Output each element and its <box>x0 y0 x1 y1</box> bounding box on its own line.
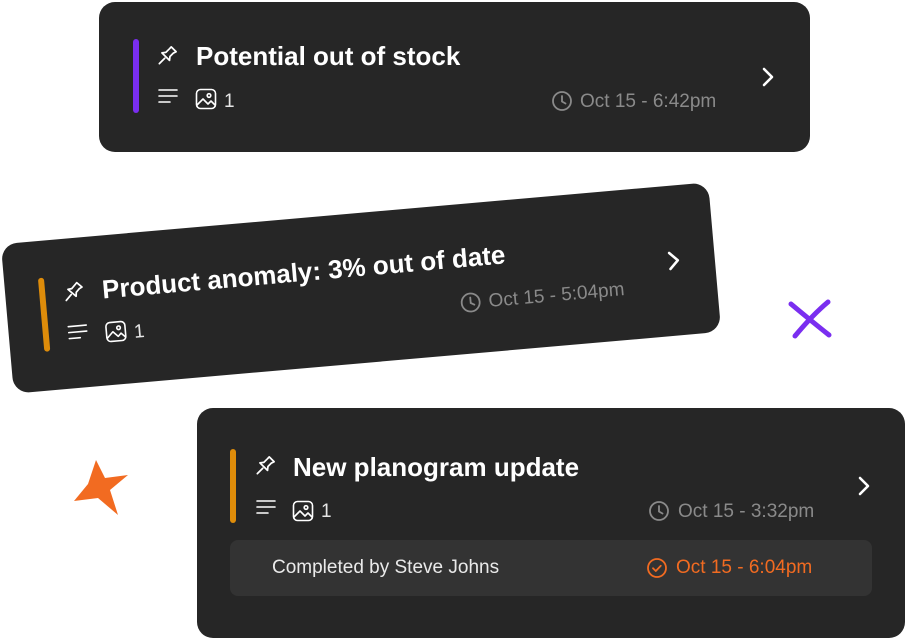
priority-accent-bar <box>37 277 51 352</box>
task-title: New planogram update <box>293 452 580 482</box>
image-icon <box>292 500 314 522</box>
image-icon <box>105 320 127 343</box>
completion-row: Completed by Steve Johns Oct 15 - 6:04pm <box>230 540 872 596</box>
task-card-product-anomaly[interactable]: Product anomaly: 3% out of date 1 Oct 15… <box>0 182 722 394</box>
description-lines-icon <box>158 89 178 103</box>
pin-icon <box>65 281 83 302</box>
clock-icon <box>460 292 481 313</box>
cross-icon <box>788 299 832 339</box>
image-icon <box>195 88 217 110</box>
task-timestamp: Oct 15 - 6:42pm <box>580 91 717 112</box>
star-icon <box>74 460 128 515</box>
chevron-right-icon[interactable] <box>664 249 684 272</box>
task-card-potential-out-of-stock[interactable]: Potential out of stock 1 Oct 15 - 6:42pm <box>99 2 810 152</box>
task-title: Potential out of stock <box>196 41 461 71</box>
task-card-new-planogram-update[interactable]: New planogram update 1 Oct 15 - 3:32pm C… <box>197 408 905 638</box>
completed-timestamp: Oct 15 - 6:04pm <box>676 557 813 578</box>
pin-icon <box>158 46 177 65</box>
task-timestamp: Oct 15 - 5:04pm <box>487 279 626 312</box>
image-count: 1 <box>321 501 332 522</box>
description-lines-icon <box>67 324 88 340</box>
description-lines-icon <box>256 500 276 514</box>
chevron-right-icon[interactable] <box>759 66 777 88</box>
priority-accent-bar <box>230 449 236 523</box>
clock-icon <box>552 91 572 111</box>
task-timestamp: Oct 15 - 3:32pm <box>678 501 815 522</box>
completed-by-label: Completed by Steve Johns <box>272 557 500 578</box>
pin-icon <box>256 456 275 475</box>
chevron-right-icon[interactable] <box>855 475 873 497</box>
task-title: Product anomaly: 3% out of date <box>100 239 507 305</box>
priority-accent-bar <box>133 39 139 113</box>
check-circle-icon <box>647 558 667 578</box>
image-count: 1 <box>224 91 235 112</box>
clock-icon <box>649 501 669 521</box>
image-count: 1 <box>133 321 146 343</box>
